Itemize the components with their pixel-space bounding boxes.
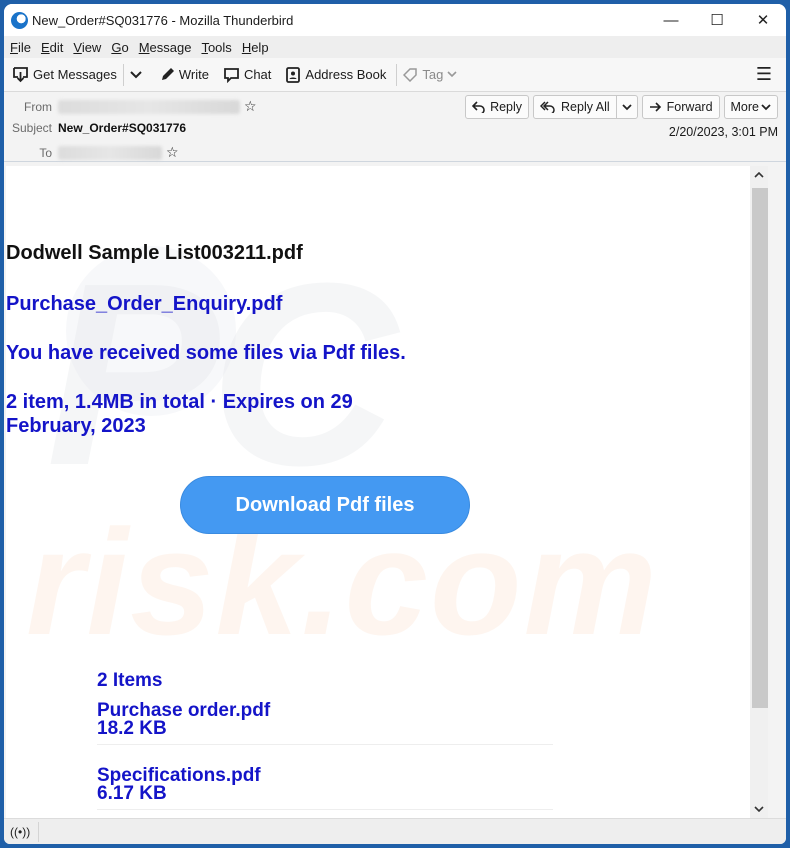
scroll-down-icon[interactable] <box>750 800 768 818</box>
vertical-scrollbar[interactable] <box>750 166 768 818</box>
address-book-button[interactable]: Address Book <box>285 66 387 83</box>
menu-accel: E <box>40 39 50 55</box>
menu-edit[interactable]: Edit <box>41 40 63 55</box>
title-bar: New_Order#SQ031776 - Mozilla Thunderbird… <box>4 4 786 36</box>
forward-label: Forward <box>666 100 713 114</box>
more-label: More <box>730 100 759 114</box>
message-actions: Reply Reply All Forward More <box>461 95 778 119</box>
reply-label: Reply <box>490 100 523 114</box>
window-title: New_Order#SQ031776 - Mozilla Thunderbird <box>32 12 294 28</box>
chevron-down-icon <box>622 103 632 110</box>
items-count: 2 Items <box>97 670 163 691</box>
get-messages-button[interactable]: Get Messages <box>12 66 117 83</box>
message-body: PC risk.com Dodwell Sample List003211.pd… <box>6 166 768 818</box>
menu-help[interactable]: Help <box>242 40 269 55</box>
menu-go[interactable]: Go <box>111 40 128 55</box>
status-bar: ((•)) <box>4 818 786 844</box>
subject-row: Subject New_Order#SQ031776 <box>4 121 186 135</box>
from-row: From ☆ <box>4 98 257 115</box>
forward-button[interactable]: Forward <box>641 95 720 119</box>
window-controls: — ☐ ✕ <box>648 4 786 36</box>
to-address-redacted[interactable] <box>58 145 162 160</box>
get-messages-dropdown[interactable] <box>130 70 146 79</box>
menu-file[interactable]: File <box>10 40 31 55</box>
minimize-button[interactable]: — <box>648 4 694 36</box>
reply-icon <box>472 101 485 113</box>
menu-accel: V <box>73 39 82 55</box>
menu-message[interactable]: Message <box>139 40 192 55</box>
toolbar-separator <box>122 63 124 86</box>
subject-value: New_Order#SQ031776 <box>58 121 187 135</box>
chat-button[interactable]: Chat <box>223 67 271 83</box>
menu-label: ile <box>17 39 31 55</box>
file-list: 2 Items Purchase order.pdf 18.2 KB Speci… <box>97 670 553 818</box>
reply-button[interactable]: Reply <box>465 95 530 119</box>
email-received-text: You have received some files via Pdf fil… <box>6 342 406 364</box>
maximize-button[interactable]: ☐ <box>694 4 740 36</box>
toolbar-separator <box>396 63 398 86</box>
chevron-down-icon <box>130 70 142 78</box>
subject-label: Subject <box>11 121 52 135</box>
to-label: To <box>39 145 52 160</box>
email-filename: Purchase_Order_Enquiry.pdf <box>6 293 283 315</box>
from-label: From <box>24 99 52 114</box>
main-toolbar: Get Messages Write Chat Address Book Tag… <box>4 58 786 92</box>
more-button[interactable]: More <box>723 95 778 119</box>
address-book-label: Address Book <box>305 67 387 82</box>
menu-label: o <box>121 39 129 55</box>
address-book-icon <box>286 66 301 83</box>
chevron-down-icon <box>447 71 457 78</box>
download-pdf-button[interactable]: Download Pdf files <box>180 476 470 534</box>
file-size: 18.2 KB <box>97 718 167 739</box>
file-item[interactable]: Specifications.pdf 6.17 KB <box>97 766 553 810</box>
reply-all-icon <box>540 101 555 113</box>
menu-label: iew <box>81 39 102 55</box>
email-summary-line1: 2 item, 1.4MB in total · Expires on 29 <box>6 391 353 413</box>
close-button[interactable]: ✕ <box>740 4 786 36</box>
reply-all-label: Reply All <box>561 100 610 114</box>
download-inbox-icon <box>13 66 28 82</box>
menu-view[interactable]: View <box>73 40 101 55</box>
menu-accel: M <box>138 39 150 55</box>
get-messages-label: Get Messages <box>33 67 117 82</box>
menu-label: dit <box>49 39 64 55</box>
thunderbird-logo-icon <box>11 11 28 29</box>
message-date: 2/20/2023, 3:01 PM <box>668 125 778 139</box>
write-label: Write <box>178 67 209 82</box>
menu-accel: H <box>241 39 252 55</box>
menu-accel: F <box>10 39 18 55</box>
chevron-down-icon <box>761 103 771 110</box>
to-row: To ☆ <box>4 144 179 161</box>
menu-label: essage <box>149 39 192 55</box>
app-menu-icon[interactable]: ☰ <box>756 64 772 85</box>
chat-label: Chat <box>243 67 272 82</box>
file-size: 6.17 KB <box>97 783 167 804</box>
scroll-up-icon[interactable] <box>750 166 768 184</box>
tag-button[interactable]: Tag <box>403 67 461 82</box>
forward-arrow-icon <box>649 102 661 112</box>
message-header: From ☆ Subject New_Order#SQ031776 To ☆ R… <box>4 92 786 162</box>
scrollbar-thumb[interactable] <box>752 188 768 708</box>
menu-label: ools <box>207 39 232 55</box>
status-separator <box>38 821 40 842</box>
menu-bar: File Edit View Go Message Tools Help <box>4 36 786 58</box>
star-icon[interactable]: ☆ <box>244 98 257 115</box>
chat-bubble-icon <box>224 67 239 83</box>
star-icon[interactable]: ☆ <box>166 144 179 161</box>
menu-tools[interactable]: Tools <box>201 40 231 55</box>
reply-all-button[interactable]: Reply All <box>533 95 638 119</box>
email-heading: Dodwell Sample List003211.pdf <box>6 242 303 264</box>
tag-label: Tag <box>422 67 444 82</box>
write-button[interactable]: Write <box>160 67 209 82</box>
reply-all-dropdown[interactable] <box>615 96 637 118</box>
thunderbird-window: New_Order#SQ031776 - Mozilla Thunderbird… <box>4 4 786 844</box>
menu-label: elp <box>251 39 269 55</box>
from-address-redacted[interactable] <box>58 99 240 114</box>
tag-icon <box>403 67 418 82</box>
online-status-icon[interactable]: ((•)) <box>10 825 30 839</box>
pencil-icon <box>161 68 174 80</box>
email-summary-line2: February, 2023 <box>6 415 146 437</box>
menu-accel: G <box>111 39 122 55</box>
file-item[interactable]: Purchase order.pdf 18.2 KB <box>97 701 553 745</box>
